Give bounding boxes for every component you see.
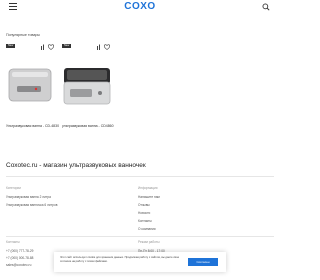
product-title[interactable]: Ультразвуковая ванна - CD-4830 bbox=[6, 124, 62, 129]
divider bbox=[6, 236, 274, 237]
product-card[interactable]: New Ультразвуковая ванна - CD-4830 bbox=[6, 44, 59, 140]
store-title: Coxotec.ru - магазин ультразвуковых ванн… bbox=[6, 162, 146, 169]
footer-hours-heading: Режим работы bbox=[138, 240, 160, 244]
footer-phone-link[interactable]: +7 (000) 777-78-29 bbox=[6, 249, 33, 253]
footer-category-link[interactable]: Ультразвуковая ванночка 6 литров bbox=[6, 203, 57, 207]
compare-icon[interactable] bbox=[41, 44, 44, 51]
cookie-text: Этот сайт использует cookie для хранения… bbox=[60, 256, 180, 263]
product-image[interactable] bbox=[62, 64, 112, 110]
section-title-popular: Популярные товары bbox=[6, 33, 40, 37]
footer-contacts-heading: Контакты bbox=[6, 240, 20, 244]
product-title[interactable]: ультразвуковая ванна - CD4860 bbox=[62, 124, 118, 129]
product-actions bbox=[41, 44, 55, 51]
product-card[interactable]: New ультразвуковая ванна - CD4860 bbox=[62, 44, 114, 140]
footer-info-heading: Информация bbox=[138, 186, 158, 190]
site-header: COXO bbox=[0, 0, 280, 14]
footer-info-link[interactable]: О компании bbox=[138, 227, 156, 231]
footer-email-link[interactable]: sales@coxotec.ru bbox=[6, 263, 31, 267]
compare-icon[interactable] bbox=[97, 44, 100, 51]
footer-phone-link[interactable]: +7 (000) 000-78-88 bbox=[6, 256, 33, 260]
cookie-banner: Этот сайт использует cookie для хранения… bbox=[54, 252, 226, 272]
footer-info-link[interactable]: Новости bbox=[138, 211, 150, 215]
footer-info-link[interactable]: Напишите нам bbox=[138, 195, 160, 199]
new-badge: New bbox=[62, 44, 72, 48]
heart-icon[interactable] bbox=[103, 44, 111, 50]
search-icon[interactable] bbox=[262, 3, 270, 11]
cookie-accept-button[interactable]: Согласен bbox=[188, 258, 218, 266]
product-actions bbox=[97, 44, 111, 51]
product-image[interactable] bbox=[6, 64, 56, 110]
footer-categories-heading: Категории bbox=[6, 186, 21, 190]
divider bbox=[6, 176, 274, 177]
new-badge: New bbox=[6, 44, 16, 48]
footer-info-link[interactable]: Контакты bbox=[138, 219, 152, 223]
footer-info-link[interactable]: Отзывы bbox=[138, 203, 150, 207]
heart-icon[interactable] bbox=[47, 44, 55, 50]
site-logo[interactable]: COXO bbox=[0, 1, 280, 12]
footer-category-link[interactable]: Ультразвуковая ванна 2 литра bbox=[6, 195, 51, 199]
